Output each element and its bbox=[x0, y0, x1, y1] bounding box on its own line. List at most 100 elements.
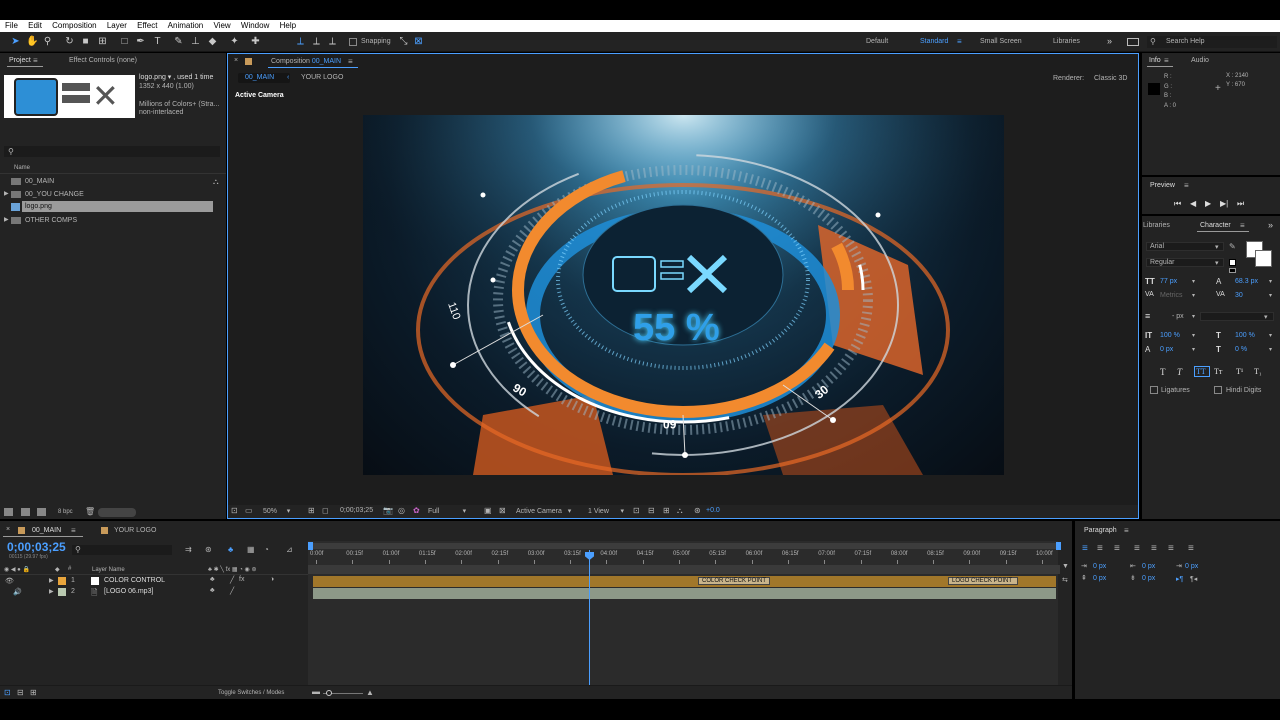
zoom-tool-icon[interactable]: ⚲ bbox=[42, 36, 53, 47]
region-of-interest-icon[interactable]: ▣ bbox=[484, 506, 492, 515]
small-caps-button[interactable]: Tт bbox=[1214, 367, 1222, 376]
layer-name[interactable]: COLOR CONTROL bbox=[104, 577, 165, 584]
black-swatch[interactable] bbox=[1229, 268, 1236, 273]
layer-zoom-icon[interactable]: ⇆ bbox=[1062, 576, 1068, 584]
workspace-default[interactable]: Default bbox=[866, 38, 888, 45]
play-icon[interactable]: ▶ bbox=[1205, 199, 1211, 208]
space-after-value[interactable]: 0 px bbox=[1142, 575, 1155, 582]
tab-audio[interactable]: Audio bbox=[1191, 57, 1209, 64]
vertical-scale-value[interactable]: 100 % bbox=[1160, 332, 1180, 339]
layer-row[interactable]: 🔊 ▶ 2 🗎 [LOGO 06.mp3] ♣ ╱ bbox=[0, 587, 308, 598]
sync-settings-icon[interactable] bbox=[1127, 38, 1139, 46]
comp-mini-flowchart-icon[interactable]: ⇉ bbox=[185, 545, 192, 554]
monitor-icon[interactable]: ▭ bbox=[245, 506, 253, 515]
horizontal-scale-value[interactable]: 100 % bbox=[1235, 332, 1255, 339]
stroke-style-dropdown[interactable]: ▾ bbox=[1200, 312, 1274, 321]
timeline-track-area[interactable]: 0:00f 00:15f 01:00f 01:15f 02:00f 02:15f 03:00… bbox=[308, 541, 1061, 686]
menu-view[interactable]: View bbox=[213, 20, 230, 32]
close-icon[interactable]: × bbox=[6, 526, 10, 533]
bit-depth-label[interactable]: 8 bpc bbox=[58, 509, 73, 515]
ltr-direction-icon[interactable]: ▸¶ bbox=[1176, 575, 1183, 583]
stroke-width-value[interactable]: - px bbox=[1172, 313, 1184, 320]
adjustment-layer-icon[interactable]: ◑ bbox=[270, 576, 274, 583]
work-area-end-handle[interactable] bbox=[1056, 542, 1061, 550]
hand-tool-icon[interactable]: ✋ bbox=[26, 36, 38, 47]
local-axis-mode-icon[interactable]: ⟂ bbox=[295, 36, 306, 47]
draft-3d-icon[interactable]: ⊛ bbox=[205, 545, 212, 554]
justify-last-center-icon[interactable]: ≡ bbox=[1151, 543, 1157, 554]
transparency-grid-icon[interactable]: ⊠ bbox=[499, 506, 506, 515]
kerning-value[interactable]: Metrics bbox=[1160, 292, 1183, 299]
workspace-small-screen[interactable]: Small Screen bbox=[980, 38, 1022, 45]
time-ruler[interactable]: 0:00f 00:15f 01:00f 01:15f 02:00f 02:15f 03:00… bbox=[308, 550, 1058, 564]
menu-window[interactable]: Window bbox=[241, 20, 269, 32]
expand-arrow-icon[interactable]: ▶ bbox=[4, 190, 9, 197]
fast-previews-icon[interactable]: ⊟ bbox=[648, 506, 655, 515]
snapping-checkbox[interactable] bbox=[349, 38, 357, 46]
flowchart-icon[interactable]: ⛬ bbox=[213, 177, 219, 187]
hindi-digits-checkbox[interactable] bbox=[1214, 386, 1222, 394]
timeline-tab-00-main[interactable]: 00_MAIN bbox=[32, 527, 61, 534]
zoom-in-icon[interactable]: ▲ bbox=[366, 688, 374, 697]
dropdown-arrow-icon[interactable]: ▾ bbox=[1269, 292, 1272, 299]
layer-name[interactable]: [LOGO 06.mp3] bbox=[104, 588, 153, 595]
expand-modes-icon[interactable]: ⊟ bbox=[17, 688, 24, 697]
dropdown-arrow-icon[interactable]: ▾ bbox=[1192, 292, 1195, 299]
expand-arrow-icon[interactable]: ▶ bbox=[49, 577, 54, 584]
zoom-slider-handle[interactable] bbox=[326, 690, 332, 696]
lock-icon[interactable] bbox=[245, 58, 252, 65]
indent-first-line-value[interactable]: 0 px bbox=[1185, 563, 1198, 570]
thumbnail-slider[interactable] bbox=[98, 508, 136, 517]
dropdown-arrow-icon[interactable]: ▾ bbox=[1269, 346, 1272, 353]
pixel-aspect-icon[interactable]: ⊡ bbox=[633, 506, 640, 515]
rotate-tool-icon[interactable]: ↻ bbox=[64, 36, 75, 47]
breadcrumb-your-logo[interactable]: YOUR LOGO bbox=[301, 74, 343, 81]
project-item-00-main[interactable]: 00_MAIN bbox=[25, 178, 54, 185]
menu-help[interactable]: Help bbox=[280, 20, 296, 32]
menu-file[interactable]: File bbox=[5, 20, 18, 32]
dropdown-arrow-icon[interactable]: ▾ bbox=[1192, 332, 1195, 339]
rtl-direction-icon[interactable]: ¶◂ bbox=[1190, 575, 1197, 583]
justify-last-left-icon[interactable]: ≡ bbox=[1134, 543, 1140, 554]
timeline-search-input[interactable]: ⚲ bbox=[72, 545, 172, 555]
roto-brush-tool-icon[interactable]: ✦ bbox=[229, 36, 240, 47]
justify-last-right-icon[interactable]: ≡ bbox=[1168, 543, 1174, 554]
timeline-timecode[interactable]: 0;00;03;25 bbox=[7, 540, 66, 554]
tab-info[interactable]: Info bbox=[1149, 57, 1161, 64]
snap-feather-icon[interactable]: ⤡ bbox=[398, 36, 409, 47]
composition-viewer[interactable]: 55 % 110 90 60 30 bbox=[363, 115, 1004, 475]
tab-libraries[interactable]: Libraries bbox=[1143, 222, 1170, 229]
align-right-icon[interactable]: ≡ bbox=[1114, 543, 1120, 554]
workspace-menu-icon[interactable]: ≡ bbox=[957, 37, 962, 46]
timeline-panel-icon[interactable]: ⊞ bbox=[663, 506, 670, 515]
resolution-dropdown[interactable]: Full ▾ bbox=[428, 507, 466, 515]
dropdown-arrow-icon[interactable]: ▾ bbox=[1192, 313, 1195, 320]
project-item-other-comps[interactable]: OTHER COMPS bbox=[25, 217, 77, 224]
marker-color-check-point[interactable]: COLOR CHECK POINT bbox=[698, 577, 770, 585]
faux-bold-button[interactable]: T bbox=[1160, 367, 1166, 377]
layer-2-bar[interactable] bbox=[313, 588, 1056, 599]
tab-project[interactable]: Project bbox=[9, 57, 31, 64]
expand-layer-switches-icon[interactable]: ⊡ bbox=[4, 688, 11, 697]
pan-behind-tool-icon[interactable]: ⊞ bbox=[97, 36, 108, 47]
shy-switch-icon[interactable]: ♣ bbox=[210, 576, 215, 583]
interpret-footage-icon[interactable] bbox=[4, 508, 13, 516]
zoom-out-icon[interactable]: ▬ bbox=[312, 687, 320, 696]
indent-right-value[interactable]: 0 px bbox=[1142, 563, 1155, 570]
align-left-icon[interactable]: ≡ bbox=[1082, 543, 1088, 554]
comp-timecode[interactable]: 0;00;03;25 bbox=[340, 507, 373, 514]
menu-composition[interactable]: Composition bbox=[52, 20, 96, 32]
always-preview-icon[interactable]: ⊡ bbox=[231, 506, 238, 515]
camera-tool-icon[interactable]: ■ bbox=[80, 36, 91, 47]
all-caps-button[interactable]: TT bbox=[1196, 367, 1206, 376]
next-frame-icon[interactable]: ▶| bbox=[1220, 199, 1228, 208]
puppet-pin-tool-icon[interactable]: ✚ bbox=[250, 36, 261, 47]
preview-menu-icon[interactable]: ≡ bbox=[1184, 181, 1189, 190]
dropdown-arrow-icon[interactable]: ▾ bbox=[1269, 332, 1272, 339]
leading-value[interactable]: 68.3 px bbox=[1235, 278, 1258, 285]
quality-switch-icon[interactable]: ╱ bbox=[230, 587, 234, 595]
expand-in-out-icon[interactable]: ⊞ bbox=[30, 688, 37, 697]
view-axis-mode-icon[interactable]: ⟂ bbox=[327, 36, 338, 47]
close-icon[interactable]: × bbox=[234, 57, 238, 64]
dropdown-arrow-icon[interactable]: ▾ bbox=[1269, 278, 1272, 285]
